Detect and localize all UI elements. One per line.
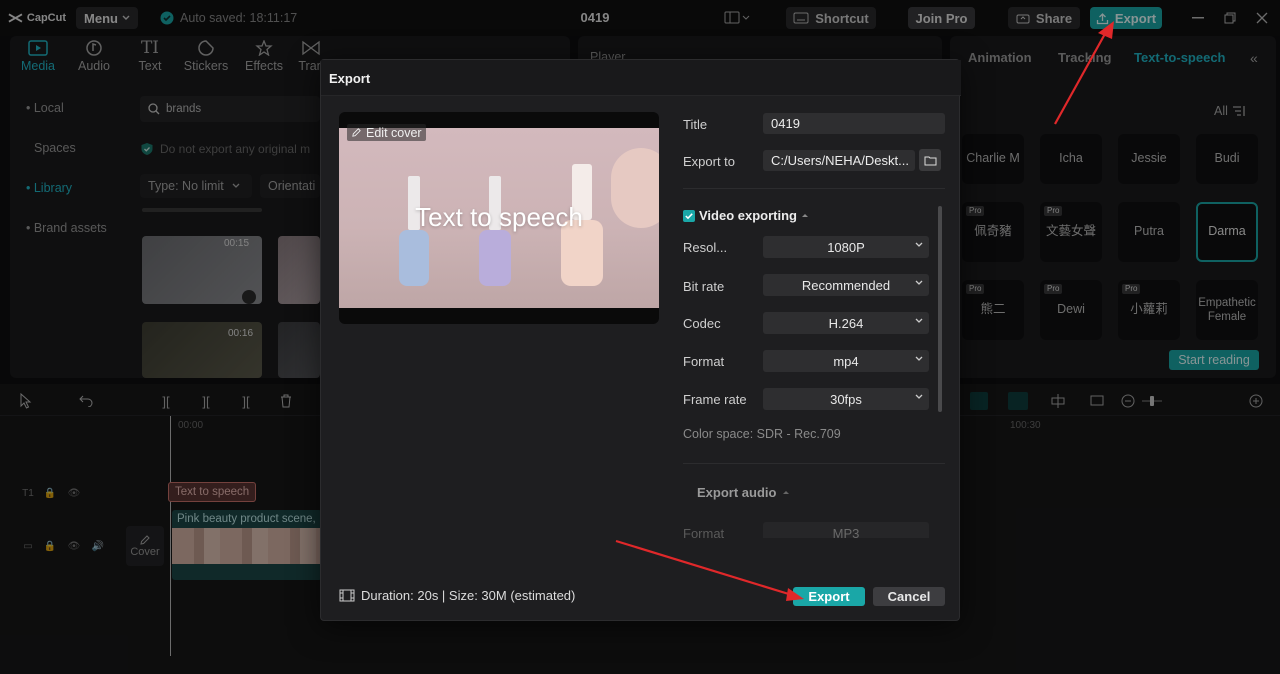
arrow-head (786, 588, 804, 601)
arrow-head (1098, 21, 1114, 39)
arrow-to-dialog-export (615, 539, 793, 597)
arrow-to-top-export (1054, 31, 1107, 125)
annotation-arrows (615, 21, 1114, 601)
